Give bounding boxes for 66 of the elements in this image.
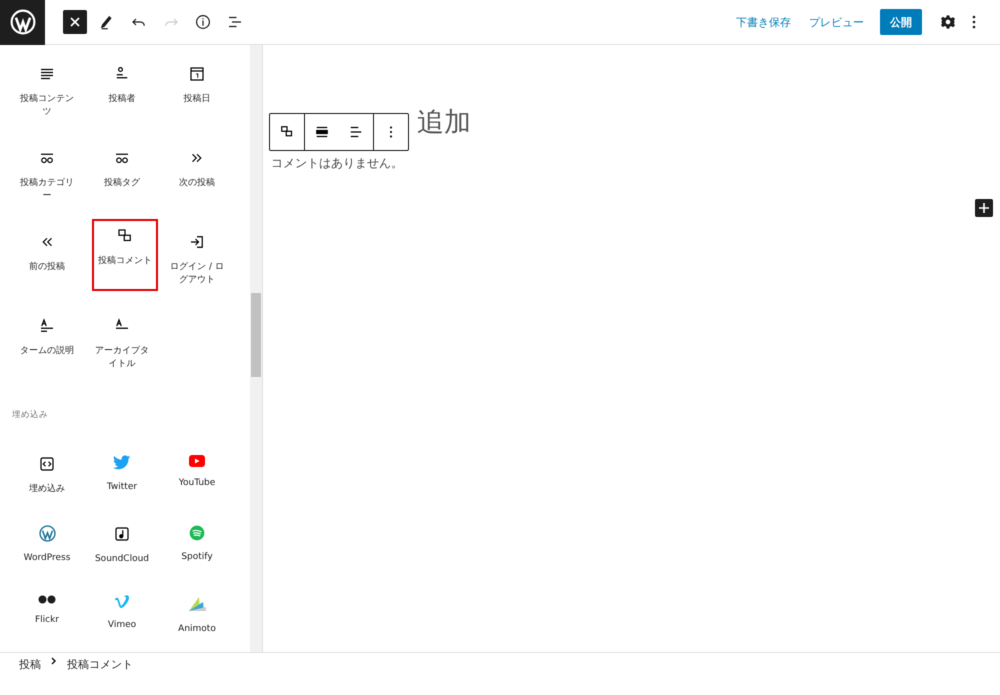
add-block-button[interactable] — [975, 199, 993, 217]
toolbar-link[interactable]: 下書き保存 — [730, 14, 797, 30]
wordpress-logo-icon — [38, 525, 56, 542]
stacked-layers-icon — [187, 595, 207, 613]
toolbar-link[interactable]: プレビュー — [803, 14, 870, 30]
block-item[interactable]: 投稿タグ — [87, 141, 157, 192]
wordpress-logo-icon[interactable] — [0, 0, 45, 44]
block-item[interactable]: 投稿日 — [162, 57, 232, 108]
code-frame-icon — [38, 455, 56, 473]
block-item[interactable]: 次の投稿 — [162, 141, 232, 192]
block-label: 投稿タグ — [103, 177, 141, 190]
embed-item[interactable]: WordPress — [12, 517, 82, 567]
block-item[interactable]: 前の投稿 — [12, 225, 82, 276]
embed-label: Flickr — [34, 614, 60, 627]
plus-icon — [979, 203, 989, 213]
embed-item[interactable]: Twitter — [87, 447, 157, 496]
embed-label: YouTube — [178, 477, 216, 490]
sound-waves-icon — [189, 525, 205, 541]
embed-label: WordPress — [22, 552, 72, 565]
block-label: アーカイブタイトル — [94, 345, 150, 371]
block-item[interactable]: 投稿コメント — [92, 219, 158, 291]
block-label: 投稿者 — [108, 93, 136, 106]
bird-icon — [113, 455, 131, 471]
block-label: 投稿カテゴリー — [19, 177, 75, 203]
embed-label: Animoto — [177, 623, 217, 636]
v-icon — [114, 595, 130, 609]
breadcrumb-link[interactable]: 投稿 — [19, 657, 41, 672]
embed-label: Vimeo — [106, 619, 138, 632]
block-item[interactable]: アーカイブタイトル — [87, 309, 157, 373]
embed-item[interactable]: Flickr — [12, 587, 82, 629]
scrollbar[interactable] — [250, 45, 262, 652]
block-label: 投稿コメント — [97, 255, 153, 268]
embed-label: Spotify — [180, 551, 214, 564]
two-dots-icon — [38, 595, 56, 604]
block-item[interactable]: ログイン / ログアウト — [162, 225, 232, 289]
block-label: 投稿コンテンツ — [19, 93, 75, 119]
close-button[interactable] — [63, 10, 87, 34]
login-icon — [188, 233, 206, 251]
block-label: 次の投稿 — [178, 177, 216, 190]
letter-lines-icon — [38, 317, 56, 335]
block-item[interactable]: 投稿カテゴリー — [12, 141, 82, 205]
embed-item[interactable]: 埋め込み — [12, 447, 82, 498]
block-label: 前の投稿 — [28, 261, 66, 274]
close-icon — [70, 17, 80, 27]
embed-item[interactable]: Spotify — [162, 517, 232, 566]
embed-item[interactable]: Vimeo — [87, 587, 157, 634]
calendar-icon — [188, 65, 206, 83]
embed-label: 埋め込み — [28, 483, 66, 496]
block-label: 投稿日 — [182, 93, 212, 106]
block-label: タームの説明 — [19, 345, 75, 358]
play-icon — [189, 455, 205, 467]
embed-label: Twitter — [106, 481, 138, 494]
note-frame-icon — [113, 525, 131, 543]
post-title[interactable]: 追加 — [417, 105, 471, 141]
embed-item[interactable]: YouTube — [162, 447, 232, 492]
embed-item[interactable]: SoundCloud — [87, 517, 157, 568]
embed-label: SoundCloud — [94, 553, 150, 566]
section-heading: 埋め込み — [12, 409, 49, 421]
publish-button[interactable]: 公開 — [880, 9, 922, 35]
embed-item[interactable]: Animoto — [162, 587, 232, 638]
block-item[interactable]: 投稿者 — [87, 57, 157, 108]
block-item[interactable]: タームの説明 — [12, 309, 82, 360]
comments-text: コメントはありません。 — [271, 155, 404, 172]
breadcrumb-link[interactable]: 投稿コメント — [67, 657, 133, 672]
block-item[interactable]: 投稿コンテンツ — [12, 57, 82, 121]
block-label: ログイン / ログアウト — [169, 261, 225, 287]
